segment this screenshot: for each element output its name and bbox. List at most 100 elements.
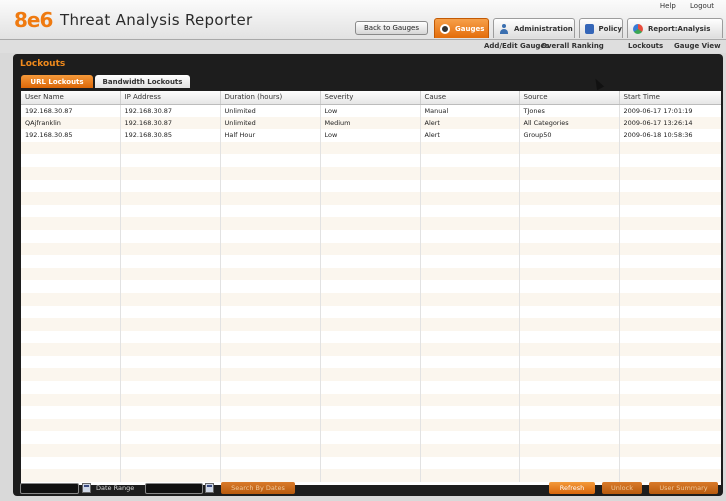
empty-table-row — [21, 456, 721, 470]
cell-user-name — [21, 330, 121, 344]
logo-mark: 8e6 — [14, 8, 53, 32]
cell-ip-address — [120, 179, 221, 193]
policy-icon — [585, 23, 594, 34]
cell-ip-address — [120, 267, 221, 281]
cell-ip-address — [120, 280, 221, 293]
cell-severity — [320, 141, 421, 155]
subnav-lockouts[interactable]: Lockouts — [628, 42, 663, 50]
cell-user-name — [21, 343, 121, 356]
end-date-input[interactable] — [145, 483, 203, 494]
table-row[interactable]: 192.168.30.85 192.168.30.85 Half Hour Low Al… — [21, 129, 721, 142]
cell-ip-address — [120, 393, 221, 407]
cell-duration — [220, 318, 321, 331]
cell-ip-address — [120, 355, 221, 369]
start-date-input[interactable] — [20, 483, 79, 494]
table-row[interactable]: QAjfranklin 192.168.30.87 Unlimited Medium A… — [21, 116, 721, 130]
cell-duration — [220, 343, 321, 356]
user-icon — [499, 23, 509, 34]
cell-ip-address — [120, 456, 221, 470]
tab-url-lockouts[interactable]: URL Lockouts — [21, 75, 93, 88]
subnav-overall-ranking[interactable]: Overall Ranking — [541, 42, 604, 50]
cell-duration — [220, 154, 321, 167]
cell-severity — [320, 393, 421, 407]
refresh-button[interactable]: Refresh — [549, 482, 595, 494]
table-row[interactable]: 192.168.30.87 192.168.30.87 Unlimited Low Ma… — [21, 104, 721, 117]
tab-gauges[interactable]: Gauges — [434, 18, 489, 38]
cell-user-name — [21, 292, 121, 306]
cell-start-time — [619, 381, 721, 394]
cell-source — [519, 229, 620, 243]
cell-source — [519, 305, 620, 319]
cell-ip-address — [120, 381, 221, 394]
cell-source — [519, 242, 620, 256]
cell-duration — [220, 192, 321, 205]
logout-link[interactable]: Logout — [690, 2, 714, 10]
cell-cause — [420, 418, 520, 432]
cell-user-name — [21, 406, 121, 419]
cell-user-name — [21, 267, 121, 281]
empty-table-row — [21, 330, 721, 344]
cell-start-time: 2009-06-18 10:58:36 — [619, 129, 721, 142]
cell-ip-address — [120, 469, 221, 482]
cell-cause — [420, 406, 520, 419]
calendar-icon[interactable] — [82, 483, 91, 493]
cell-severity — [320, 418, 421, 432]
column-header-start-time[interactable]: Start Time — [619, 91, 721, 105]
tab-bandwidth-lockouts[interactable]: Bandwidth Lockouts — [95, 75, 190, 88]
empty-table-row — [21, 368, 721, 382]
empty-table-row — [21, 418, 721, 432]
cell-severity — [320, 229, 421, 243]
cell-user-name — [21, 368, 121, 382]
tab-report-analysis[interactable]: Report:Analysis — [627, 18, 723, 38]
cell-duration — [220, 204, 321, 218]
cell-start-time — [619, 393, 721, 407]
column-header-severity[interactable]: Severity — [320, 91, 421, 105]
cell-source — [519, 154, 620, 167]
cell-severity — [320, 305, 421, 319]
cell-source — [519, 217, 620, 230]
tab-administration[interactable]: Administration — [493, 18, 575, 38]
cell-source — [519, 368, 620, 382]
cell-severity — [320, 469, 421, 482]
search-by-dates-button[interactable]: Search By Dates — [221, 482, 295, 494]
back-to-gauges-button[interactable]: Back to Gauges — [355, 21, 428, 35]
cell-duration — [220, 456, 321, 470]
cell-duration — [220, 229, 321, 243]
cell-severity — [320, 368, 421, 382]
empty-table-row — [21, 166, 721, 180]
subnav-gauge-view[interactable]: Gauge View — [674, 42, 721, 50]
tab-label: Report:Analysis — [648, 24, 711, 33]
empty-table-row — [21, 305, 721, 319]
cell-user-name — [21, 280, 121, 293]
cell-ip-address — [120, 154, 221, 167]
column-header-user-name[interactable]: User Name — [21, 91, 121, 105]
cell-user-name — [21, 393, 121, 407]
cell-ip-address — [120, 217, 221, 230]
cell-user-name: 192.168.30.87 — [21, 104, 121, 117]
cell-start-time — [619, 305, 721, 319]
unlock-button[interactable]: Unlock — [602, 482, 642, 494]
cell-severity: Low — [320, 104, 421, 117]
column-header-ip-address[interactable]: IP Address — [120, 91, 221, 105]
cell-cause — [420, 217, 520, 230]
help-link[interactable]: Help — [660, 2, 676, 10]
cell-cause — [420, 431, 520, 445]
cell-duration — [220, 418, 321, 432]
cell-cause — [420, 355, 520, 369]
cell-duration — [220, 267, 321, 281]
cell-duration — [220, 431, 321, 445]
cell-ip-address — [120, 229, 221, 243]
empty-table-row — [21, 179, 721, 193]
cell-severity — [320, 431, 421, 445]
cell-start-time — [619, 343, 721, 356]
user-summary-button[interactable]: User Summary — [649, 482, 718, 494]
tab-policy[interactable]: Policy — [579, 18, 623, 38]
column-header-source[interactable]: Source — [519, 91, 620, 105]
cell-duration — [220, 393, 321, 407]
report-icon — [633, 23, 643, 34]
cell-start-time — [619, 242, 721, 256]
subnav-add-edit-gauges[interactable]: Add/Edit Gauges — [484, 42, 549, 50]
calendar-icon[interactable] — [205, 483, 214, 493]
column-header-cause[interactable]: Cause — [420, 91, 520, 105]
column-header-duration[interactable]: Duration (hours) — [220, 91, 321, 105]
